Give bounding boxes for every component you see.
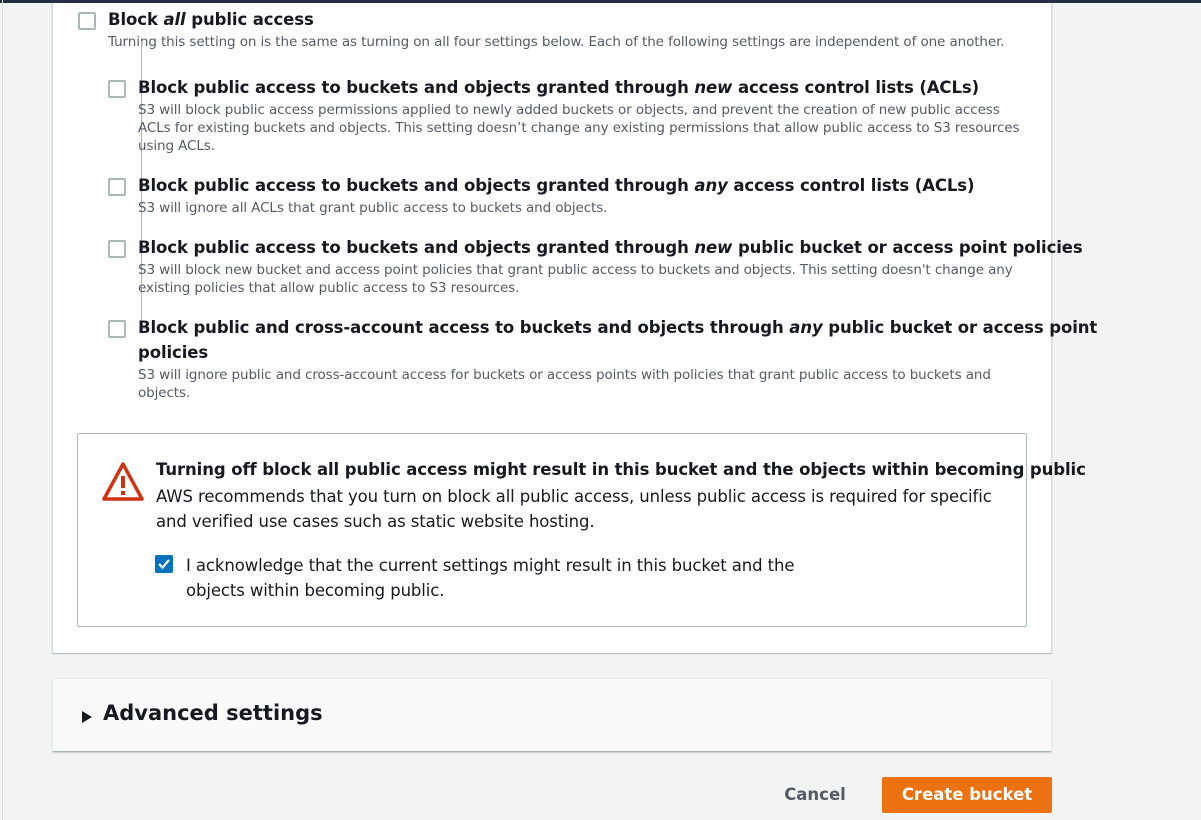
new-acl-title: Block public access to buckets and objec… — [138, 78, 980, 97]
new-policy-title: Block public access to buckets and objec… — [138, 238, 1083, 257]
any-policy-title: Block public and cross-account access to… — [138, 318, 1098, 337]
page-left-border — [2, 0, 3, 820]
block-all-description: Turning this setting on is the same as t… — [108, 34, 1005, 50]
checkmark-icon — [158, 559, 170, 570]
any-acl-description: S3 will ignore all ACLs that grant publi… — [138, 200, 608, 216]
warning-title: Turning off block all public access migh… — [156, 460, 1086, 479]
any-acl-title: Block public access to buckets and objec… — [138, 176, 975, 195]
public-access-warning: Turning off block all public access migh… — [77, 433, 1086, 627]
advanced-settings-expander[interactable]: Advanced settings — [52, 678, 1052, 752]
warning-triangle-icon — [102, 461, 144, 507]
acknowledge-label: I acknowledge that the current settings … — [186, 556, 795, 600]
block-all-title: Block all public access — [108, 10, 314, 29]
create-bucket-button[interactable]: Create bucket — [882, 777, 1052, 813]
acknowledge-checkbox[interactable] — [155, 555, 173, 573]
new-policy-description: S3 will block new bucket and access poin… — [138, 262, 1013, 296]
advanced-settings-label: Advanced settings — [103, 701, 323, 725]
warning-text: AWS recommends that you turn on block al… — [156, 487, 992, 531]
any-policy-checkbox[interactable] — [108, 320, 126, 338]
new-policy-checkbox[interactable] — [108, 240, 126, 258]
cancel-button[interactable]: Cancel — [770, 778, 860, 812]
block-all-checkbox[interactable] — [78, 12, 96, 30]
new-acl-checkbox[interactable] — [108, 80, 126, 98]
any-policy-title-line2: policies — [138, 343, 209, 362]
new-acl-description: S3 will block public access permissions … — [138, 102, 1020, 154]
any-policy-description: S3 will ignore public and cross-account … — [138, 367, 991, 401]
caret-right-icon — [81, 709, 93, 728]
any-acl-checkbox[interactable] — [108, 178, 126, 196]
